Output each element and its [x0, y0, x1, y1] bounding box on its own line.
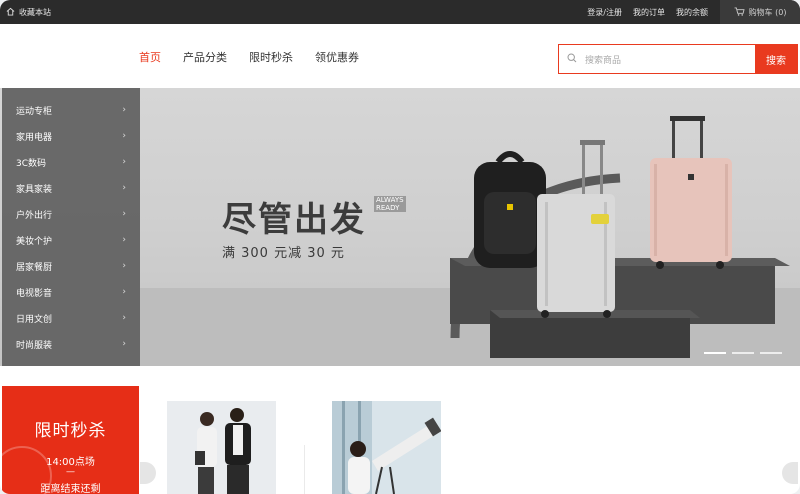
nav-home[interactable]: 首页	[139, 49, 161, 65]
search-placeholder: 搜索商品	[585, 55, 622, 66]
category-item[interactable]: 户外出行 ›	[2, 201, 140, 227]
chevron-right-icon: ›	[122, 209, 126, 219]
chevron-right-icon: ›	[122, 261, 126, 271]
balance-link[interactable]: 我的余额	[676, 7, 708, 18]
account-links: 登录/注册 我的订单 我的余额	[587, 7, 708, 18]
next-arrow[interactable]	[782, 462, 798, 484]
search-bar: 搜索商品 搜索	[558, 44, 798, 74]
category-label: 电视影音	[16, 288, 53, 299]
category-item[interactable]: 日用文创 ›	[2, 305, 140, 331]
login-link[interactable]: 登录/注册	[587, 7, 622, 18]
category-label: 家具家装	[16, 184, 53, 195]
chevron-right-icon: ›	[122, 313, 126, 323]
category-label: 时尚服装	[16, 340, 53, 351]
category-item[interactable]: 美妆个护 ›	[2, 227, 140, 253]
divider	[304, 445, 305, 494]
search-input[interactable]: 搜索商品	[559, 45, 755, 73]
category-item[interactable]: 家具家装 ›	[2, 175, 140, 201]
category-sidebar: 运动专柜 › 家用电器 › 3C数码 › 家具家装 › 户外出行 › 美妆个护 › 居家餐厨…	[2, 88, 140, 366]
chevron-right-icon: ›	[122, 235, 126, 245]
carousel-dot[interactable]	[732, 352, 754, 354]
chevron-right-icon: ›	[122, 183, 126, 193]
category-label: 日用文创	[16, 314, 53, 325]
nav-flash-sale[interactable]: 限时秒杀	[249, 49, 293, 65]
flash-sale-panel[interactable]: 限时秒杀 14:00点场 — 距离结束还剩	[2, 386, 139, 494]
orders-link[interactable]: 我的订单	[633, 7, 665, 18]
banner-tagline: ALWAYS READY	[374, 196, 406, 212]
search-button[interactable]: 搜索	[755, 45, 797, 73]
favorite-link[interactable]: 收藏本站	[0, 7, 587, 18]
category-item[interactable]: 居家餐厨 ›	[2, 253, 140, 279]
chevron-right-icon: ›	[122, 105, 126, 115]
carousel-dot[interactable]	[760, 352, 782, 354]
carousel-indicators	[704, 352, 782, 354]
top-bar: 收藏本站 登录/注册 我的订单 我的余额 购物车 (0)	[0, 0, 800, 24]
category-item[interactable]: 3C数码 ›	[2, 149, 140, 175]
tagline-line-2: READY	[376, 204, 400, 212]
banner-headline: 尽管出发	[222, 200, 366, 240]
product-image[interactable]	[332, 401, 441, 494]
category-label: 居家餐厨	[16, 262, 53, 273]
home-icon	[6, 7, 15, 18]
favorite-label: 收藏本站	[19, 7, 51, 17]
header: 首页 产品分类 限时秒杀 领优惠券 搜索商品 搜索	[0, 24, 800, 88]
category-label: 美妆个护	[16, 236, 53, 247]
hero-banner[interactable]: 尽管出发 ALWAYS READY 满 300 元减 30 元 运动专柜 › 家用…	[0, 88, 800, 366]
chevron-right-icon: ›	[122, 131, 126, 141]
page: 收藏本站 登录/注册 我的订单 我的余额 购物车 (0) 首页 产品分类 限时秒…	[0, 0, 800, 494]
couple-photo	[167, 401, 276, 494]
cart-label: 购物车 (0)	[748, 7, 787, 17]
category-label: 运动专柜	[16, 106, 53, 117]
cart-icon	[734, 6, 745, 18]
nav-coupons[interactable]: 领优惠券	[315, 49, 359, 65]
prev-arrow[interactable]	[140, 462, 156, 484]
carousel-dot[interactable]	[704, 352, 726, 354]
main-nav: 首页 产品分类 限时秒杀 领优惠券	[139, 49, 359, 65]
category-item[interactable]: 运动专柜 ›	[2, 97, 140, 123]
chevron-right-icon: ›	[122, 339, 126, 349]
cart-button[interactable]: 购物车 (0)	[720, 0, 800, 24]
banner-promo: 满 300 元减 30 元	[222, 246, 345, 261]
tagline-line-1: ALWAYS	[376, 196, 404, 204]
nav-categories[interactable]: 产品分类	[183, 49, 227, 65]
chevron-right-icon: ›	[122, 287, 126, 297]
flash-sale-title: 限时秒杀	[34, 421, 107, 441]
category-item[interactable]: 时尚服装 ›	[2, 331, 140, 357]
category-label: 3C数码	[16, 158, 47, 169]
category-label: 户外出行	[16, 210, 53, 221]
product-image[interactable]	[167, 401, 276, 494]
category-item[interactable]: 家用电器 ›	[2, 123, 140, 149]
category-label: 家用电器	[16, 132, 53, 143]
category-item[interactable]: 电视影音 ›	[2, 279, 140, 305]
chevron-right-icon: ›	[122, 157, 126, 167]
telescope-photo	[332, 401, 441, 494]
search-icon	[567, 52, 577, 66]
